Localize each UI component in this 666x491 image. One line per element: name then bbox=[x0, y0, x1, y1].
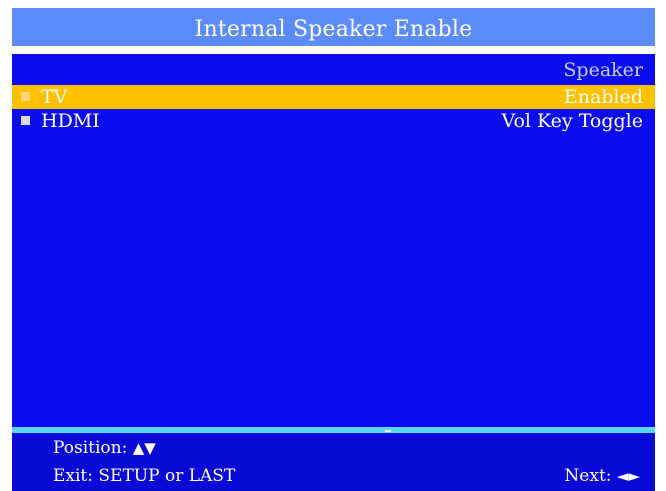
help-footer: Position: ▲▼ Exit: SETUP or LAST Next: ◄… bbox=[12, 433, 655, 491]
menu-item-value: Enabled bbox=[563, 86, 643, 108]
menu-list: TV Enabled HDMI Vol Key Toggle bbox=[12, 85, 655, 133]
menu-item-label: HDMI bbox=[41, 110, 100, 132]
menu-title: Internal Speaker Enable bbox=[12, 8, 655, 46]
exit-hint: Exit: SETUP or LAST bbox=[53, 466, 236, 486]
position-hint: Position: ▲▼ bbox=[53, 437, 156, 459]
next-hint: Next: ◄► bbox=[564, 465, 640, 487]
left-right-arrows-icon: ◄► bbox=[616, 467, 640, 485]
menu-item-label: TV bbox=[41, 86, 68, 108]
bullet-icon bbox=[21, 92, 30, 101]
up-down-arrows-icon: ▲▼ bbox=[132, 439, 156, 457]
divider-tick bbox=[385, 430, 391, 432]
menu-item-tv[interactable]: TV Enabled bbox=[12, 85, 655, 109]
menu-panel: Speaker TV Enabled HDMI Vol Key Toggle bbox=[12, 54, 655, 427]
osd-screen: Internal Speaker Enable Speaker TV Enabl… bbox=[0, 0, 666, 491]
bullet-icon bbox=[21, 116, 30, 125]
next-label: Next: bbox=[564, 466, 612, 486]
position-label: Position: bbox=[53, 438, 128, 458]
column-header-speaker: Speaker bbox=[563, 59, 643, 81]
menu-item-value: Vol Key Toggle bbox=[501, 110, 643, 132]
menu-item-hdmi[interactable]: HDMI Vol Key Toggle bbox=[12, 109, 655, 133]
title-gap bbox=[12, 46, 655, 54]
